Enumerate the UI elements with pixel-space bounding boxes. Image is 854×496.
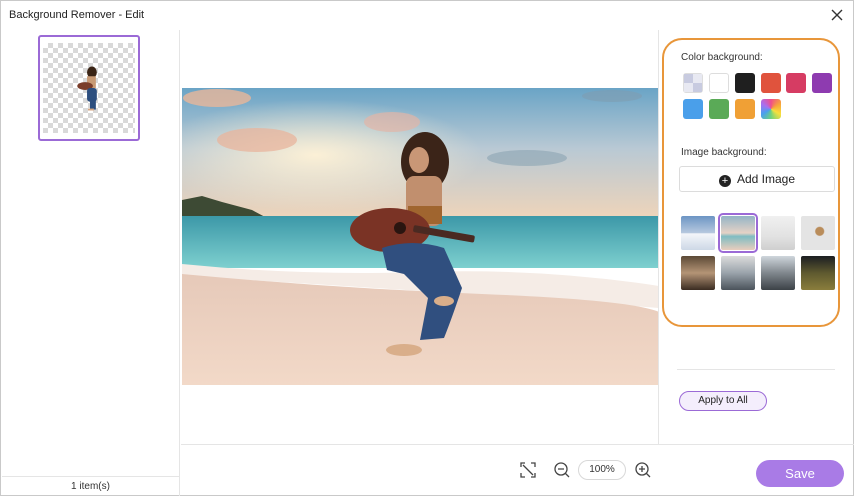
- bg-beach-sunset[interactable]: [718, 213, 758, 253]
- color-background-label: Color background:: [681, 52, 763, 63]
- apply-to-all-button[interactable]: Apply to All: [679, 391, 767, 411]
- zoom-out-icon[interactable]: [553, 461, 571, 479]
- bg-desk-flatlay[interactable]: [801, 216, 835, 250]
- fit-to-screen-icon[interactable]: [519, 461, 537, 479]
- transparent-icon: [684, 74, 702, 92]
- background-remover-window: Background Remover - Edit 1 item(s) Colo…: [0, 0, 854, 496]
- add-image-label: Add Image: [736, 172, 796, 186]
- person-cutout-icon: [77, 66, 97, 111]
- red-swatch[interactable]: [761, 73, 781, 93]
- bg-building-interior[interactable]: [761, 256, 795, 290]
- bg-city-night[interactable]: [801, 256, 835, 290]
- orange-swatch[interactable]: [735, 99, 755, 119]
- purple-swatch[interactable]: [812, 73, 832, 93]
- transparent-swatch[interactable]: [683, 73, 703, 93]
- title-bar: Background Remover - Edit: [1, 1, 853, 30]
- bg-office-interior[interactable]: [721, 256, 755, 290]
- zoom-in-icon[interactable]: [634, 461, 652, 479]
- add-image-button[interactable]: + Add Image: [679, 166, 835, 192]
- image-background-label: Image background:: [681, 147, 767, 158]
- plus-icon: +: [718, 175, 731, 187]
- pink-swatch[interactable]: [786, 73, 806, 93]
- white-swatch[interactable]: [709, 73, 729, 93]
- black-swatch[interactable]: [735, 73, 755, 93]
- thumbnail-panel: 1 item(s): [2, 30, 180, 496]
- zoom-level: 100%: [578, 460, 626, 480]
- green-swatch[interactable]: [709, 99, 729, 119]
- window-title: Background Remover - Edit: [9, 9, 145, 21]
- preview-image: [182, 88, 659, 385]
- bg-cafe-interior[interactable]: [681, 256, 715, 290]
- settings-panel: Color background: Image background: + Add…: [658, 30, 854, 444]
- custom-color-swatch[interactable]: [761, 99, 781, 119]
- image-thumbnail[interactable]: [38, 35, 140, 141]
- bg-snowy-mountains[interactable]: [681, 216, 715, 250]
- preview-area: [181, 30, 659, 444]
- panel-divider: [677, 369, 835, 370]
- close-icon[interactable]: [827, 5, 847, 25]
- cutout-preview: [43, 43, 135, 133]
- blue-swatch[interactable]: [683, 99, 703, 119]
- bg-white-room[interactable]: [761, 216, 795, 250]
- beach-scene-image: [182, 88, 659, 385]
- bottom-toolbar: 100% Save: [181, 444, 854, 496]
- save-button[interactable]: Save: [756, 460, 844, 487]
- item-count: 1 item(s): [2, 476, 179, 496]
